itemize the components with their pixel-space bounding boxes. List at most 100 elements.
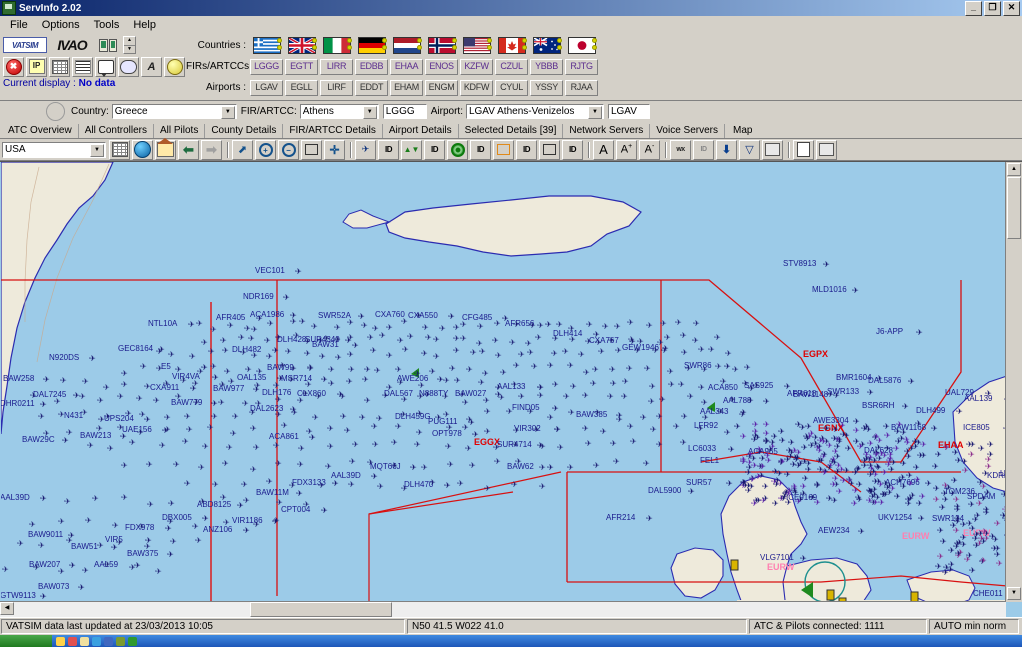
aircraft-icon[interactable]: ✈ <box>289 481 296 490</box>
aircraft-icon[interactable]: ✈ <box>759 462 766 471</box>
country-flag-australia[interactable] <box>530 37 563 54</box>
aircraft-icon[interactable]: ✈ <box>833 391 840 400</box>
aircraft-icon[interactable]: ✈ <box>668 380 675 389</box>
tab-network-servers[interactable]: Network Servers <box>563 124 651 138</box>
fir-button-EDBB[interactable]: EDBB <box>355 58 388 75</box>
aircraft-icon[interactable]: ✈ <box>97 541 104 550</box>
maximize-button[interactable]: ❐ <box>984 0 1001 16</box>
aircraft-icon[interactable]: ✈ <box>978 444 985 453</box>
aircraft-icon[interactable]: ✈ <box>222 346 229 355</box>
aircraft-icon[interactable]: ✈ <box>920 451 927 460</box>
aircraft-icon[interactable]: ✈ <box>715 362 722 371</box>
list-icon[interactable] <box>72 56 93 77</box>
aircraft-icon[interactable]: ✈ <box>494 319 501 328</box>
aircraft-icon[interactable]: ✈ <box>779 436 786 445</box>
aircraft-icon[interactable]: ✈ <box>211 412 218 421</box>
aircraft-icon[interactable]: ✈ <box>600 427 607 436</box>
aircraft-icon[interactable]: ✈ <box>745 481 752 490</box>
aircraft-icon[interactable]: ✈ <box>675 318 682 327</box>
aircraft-icon[interactable]: ✈ <box>772 499 779 508</box>
aircraft-icon[interactable]: ✈ <box>968 500 975 509</box>
aircraft-icon[interactable]: ✈ <box>82 566 89 575</box>
map-horizontal-scrollbar[interactable]: ◀ ▶ <box>0 601 1006 617</box>
menu-file[interactable]: File <box>3 18 35 32</box>
aircraft-icon[interactable]: ✈ <box>422 323 429 332</box>
aircraft-icon[interactable]: ✈ <box>646 514 653 523</box>
aircraft-icon[interactable]: ✈ <box>511 480 518 489</box>
aircraft-icon[interactable]: ✈ <box>747 450 754 459</box>
back-arrow-icon[interactable]: ⬅ <box>178 139 199 160</box>
aircraft-icon[interactable]: ✈ <box>121 380 128 389</box>
airport-button-EHAM[interactable]: EHAM <box>390 79 423 96</box>
aircraft-icon[interactable]: ✈ <box>702 413 709 422</box>
aircraft-icon[interactable]: ✈ <box>276 498 283 507</box>
aircraft-icon[interactable]: ✈ <box>942 495 949 504</box>
aircraft-icon[interactable]: ✈ <box>586 320 593 329</box>
aircraft-icon[interactable]: ✈ <box>615 346 622 355</box>
aircraft-icon[interactable]: ✈ <box>640 413 647 422</box>
aircraft-icon[interactable]: ✈ <box>175 392 182 401</box>
aircraft-icon[interactable]: ✈ <box>281 421 288 430</box>
aircraft-icon[interactable]: ✈ <box>799 423 806 432</box>
aircraft-icon[interactable]: ✈ <box>202 514 209 523</box>
aircraft-icon[interactable]: ✈ <box>153 396 160 405</box>
aircraft-icon[interactable]: ✈ <box>87 441 94 450</box>
aircraft-icon[interactable]: ✈ <box>664 333 671 342</box>
aircraft-icon[interactable]: ✈ <box>433 352 440 361</box>
aircraft-icon[interactable]: ✈ <box>966 440 973 449</box>
country-flag-japan[interactable] <box>565 37 598 54</box>
aircraft-icon[interactable]: ✈ <box>442 392 449 401</box>
aircraft-icon[interactable]: ✈ <box>197 367 204 376</box>
aircraft-icon[interactable]: ✈ <box>104 560 111 569</box>
aircraft-icon[interactable]: ✈ <box>371 472 378 481</box>
aircraft-icon[interactable]: ✈ <box>453 346 460 355</box>
aircraft-icon[interactable]: ✈ <box>952 448 959 457</box>
zoom-out-icon[interactable]: − <box>278 139 299 160</box>
home-icon[interactable] <box>155 138 176 160</box>
aircraft-icon[interactable]: ✈ <box>622 377 629 386</box>
aircraft-icon[interactable]: ✈ <box>298 444 305 453</box>
aircraft-icon[interactable]: ✈ <box>853 426 860 435</box>
aircraft-icon[interactable]: ✈ <box>637 337 644 346</box>
aircraft-icon[interactable]: ✈ <box>884 444 891 453</box>
aircraft-label[interactable]: BAW027 <box>455 389 486 398</box>
id-5-icon[interactable]: ID <box>562 139 583 160</box>
aircraft-icon[interactable]: ✈ <box>167 550 174 559</box>
aircraft-icon[interactable]: ✈ <box>661 346 668 355</box>
aircraft-icon[interactable]: ✈ <box>634 346 641 355</box>
aircraft-toggle-icon[interactable]: ✈ <box>355 139 376 160</box>
aircraft-icon[interactable]: ✈ <box>66 536 73 545</box>
aircraft-label[interactable]: CHE011 <box>973 589 1003 598</box>
aircraft-icon[interactable]: ✈ <box>293 331 300 340</box>
aircraft-icon[interactable]: ✈ <box>242 399 249 408</box>
aircraft-icon[interactable]: ✈ <box>334 335 341 344</box>
tab-all-pilots[interactable]: All Pilots <box>154 124 206 138</box>
aircraft-icon[interactable]: ✈ <box>602 322 609 331</box>
aircraft-icon[interactable]: ✈ <box>462 398 469 407</box>
aircraft-icon[interactable]: ✈ <box>188 320 195 329</box>
airport-button-EDDT[interactable]: EDDT <box>355 79 388 96</box>
aircraft-icon[interactable]: ✈ <box>698 345 705 354</box>
aircraft-icon[interactable]: ✈ <box>249 408 256 417</box>
aircraft-icon[interactable]: ✈ <box>305 380 312 389</box>
aircraft-icon[interactable]: ✈ <box>335 353 342 362</box>
close-button[interactable]: ✕ <box>1003 0 1020 16</box>
aircraft-icon[interactable]: ✈ <box>184 479 191 488</box>
aircraft-icon[interactable]: ✈ <box>908 377 915 386</box>
aircraft-icon[interactable]: ✈ <box>297 396 304 405</box>
aircraft-label[interactable]: STV8913 <box>783 259 816 268</box>
aircraft-icon[interactable]: ✈ <box>937 526 944 535</box>
map-region-combo[interactable]: USA ▼ <box>2 141 106 158</box>
aircraft-icon[interactable]: ✈ <box>210 325 217 334</box>
aircraft-icon[interactable]: ✈ <box>64 497 71 506</box>
ql-icon-1[interactable] <box>56 636 65 646</box>
aircraft-icon[interactable]: ✈ <box>800 554 807 563</box>
aircraft-icon[interactable]: ✈ <box>547 463 554 472</box>
aircraft-label[interactable]: LC6033 <box>688 444 716 453</box>
aircraft-icon[interactable]: ✈ <box>211 399 218 408</box>
aircraft-icon[interactable]: ✈ <box>245 365 252 374</box>
aircraft-label[interactable]: NDR169 <box>243 292 274 301</box>
aircraft-label[interactable]: BAW073 <box>38 582 69 591</box>
aircraft-icon[interactable]: ✈ <box>867 461 874 470</box>
fir-button-RJTG[interactable]: RJTG <box>565 58 598 75</box>
